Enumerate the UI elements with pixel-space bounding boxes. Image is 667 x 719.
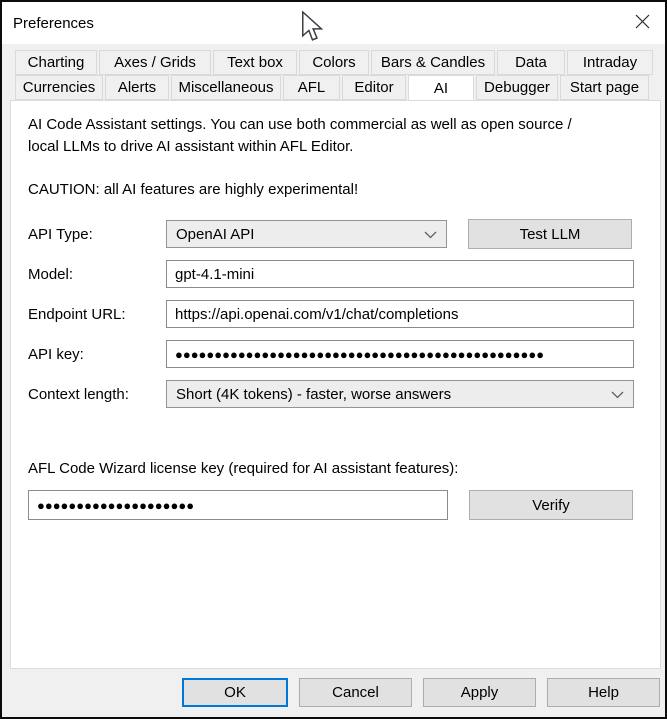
api-key-label: API key: — [28, 346, 166, 363]
tab-miscellaneous[interactable]: Miscellaneous — [171, 75, 281, 100]
apply-button[interactable]: Apply — [423, 678, 536, 707]
tab-editor[interactable]: Editor — [342, 75, 406, 100]
tab-start-page[interactable]: Start page — [560, 75, 649, 100]
endpoint-url-input[interactable] — [166, 300, 634, 328]
license-key-row: Verify — [28, 490, 646, 520]
tab-intraday[interactable]: Intraday — [567, 50, 653, 75]
context-length-label: Context length: — [28, 386, 166, 403]
context-length-select[interactable]: Short (4K tokens) - faster, worse answer… — [166, 380, 634, 408]
tab-charting[interactable]: Charting — [15, 50, 97, 75]
tab-text-box[interactable]: Text box — [213, 50, 297, 75]
model-label: Model: — [28, 266, 166, 283]
tab-row-1: Charting Axes / Grids Text box Colors Ba… — [15, 50, 665, 75]
test-llm-button[interactable]: Test LLM — [468, 219, 632, 249]
api-type-label: API Type: — [28, 226, 166, 243]
title-bar[interactable]: Preferences — [2, 2, 665, 44]
api-type-row: API Type: OpenAI API Test LLM — [28, 220, 646, 248]
context-length-row: Context length: Short (4K tokens) - fast… — [28, 380, 646, 408]
tab-colors[interactable]: Colors — [299, 50, 369, 75]
close-icon — [634, 13, 651, 33]
tab-alerts[interactable]: Alerts — [105, 75, 169, 100]
license-key-input[interactable] — [28, 490, 448, 520]
api-type-value: OpenAI API — [176, 226, 424, 243]
api-type-select[interactable]: OpenAI API — [166, 220, 447, 248]
help-button[interactable]: Help — [547, 678, 660, 707]
context-length-value: Short (4K tokens) - faster, worse answer… — [176, 386, 611, 403]
dialog-footer: OK Cancel Apply Help — [2, 678, 660, 707]
tab-strip: Charting Axes / Grids Text box Colors Ba… — [2, 44, 665, 100]
tab-row-2: Currencies Alerts Miscellaneous AFL Edit… — [15, 75, 665, 100]
endpoint-url-label: Endpoint URL: — [28, 306, 166, 323]
model-row: Model: — [28, 260, 646, 288]
panel-description: AI Code Assistant settings. You can use … — [28, 114, 646, 158]
chevron-down-icon — [611, 386, 624, 403]
preferences-dialog: Preferences Charting Axes / Grids Text b… — [0, 0, 667, 719]
tab-currencies[interactable]: Currencies — [15, 75, 103, 100]
tab-bars-candles[interactable]: Bars & Candles — [371, 50, 495, 75]
tab-data[interactable]: Data — [497, 50, 565, 75]
endpoint-url-row: Endpoint URL: — [28, 300, 646, 328]
description-line-1: AI Code Assistant settings. You can use … — [28, 114, 646, 136]
model-input[interactable] — [166, 260, 634, 288]
window-title: Preferences — [13, 15, 94, 32]
chevron-down-icon — [424, 226, 437, 243]
description-line-2: local LLMs to drive AI assistant within … — [28, 136, 646, 158]
verify-button[interactable]: Verify — [469, 490, 633, 520]
ai-settings-panel: AI Code Assistant settings. You can use … — [10, 100, 661, 669]
ok-button[interactable]: OK — [182, 678, 288, 707]
api-key-input[interactable] — [166, 340, 634, 368]
license-key-label: AFL Code Wizard license key (required fo… — [28, 460, 646, 477]
settings-form: API Type: OpenAI API Test LLM Model: End… — [28, 220, 646, 408]
caution-text: CAUTION: all AI features are highly expe… — [28, 181, 646, 198]
close-button[interactable] — [620, 2, 665, 44]
api-key-row: API key: — [28, 340, 646, 368]
tab-axes-grids[interactable]: Axes / Grids — [99, 50, 211, 75]
tab-ai[interactable]: AI — [408, 75, 474, 102]
tab-debugger[interactable]: Debugger — [476, 75, 558, 100]
tab-afl[interactable]: AFL — [283, 75, 340, 100]
cancel-button[interactable]: Cancel — [299, 678, 412, 707]
